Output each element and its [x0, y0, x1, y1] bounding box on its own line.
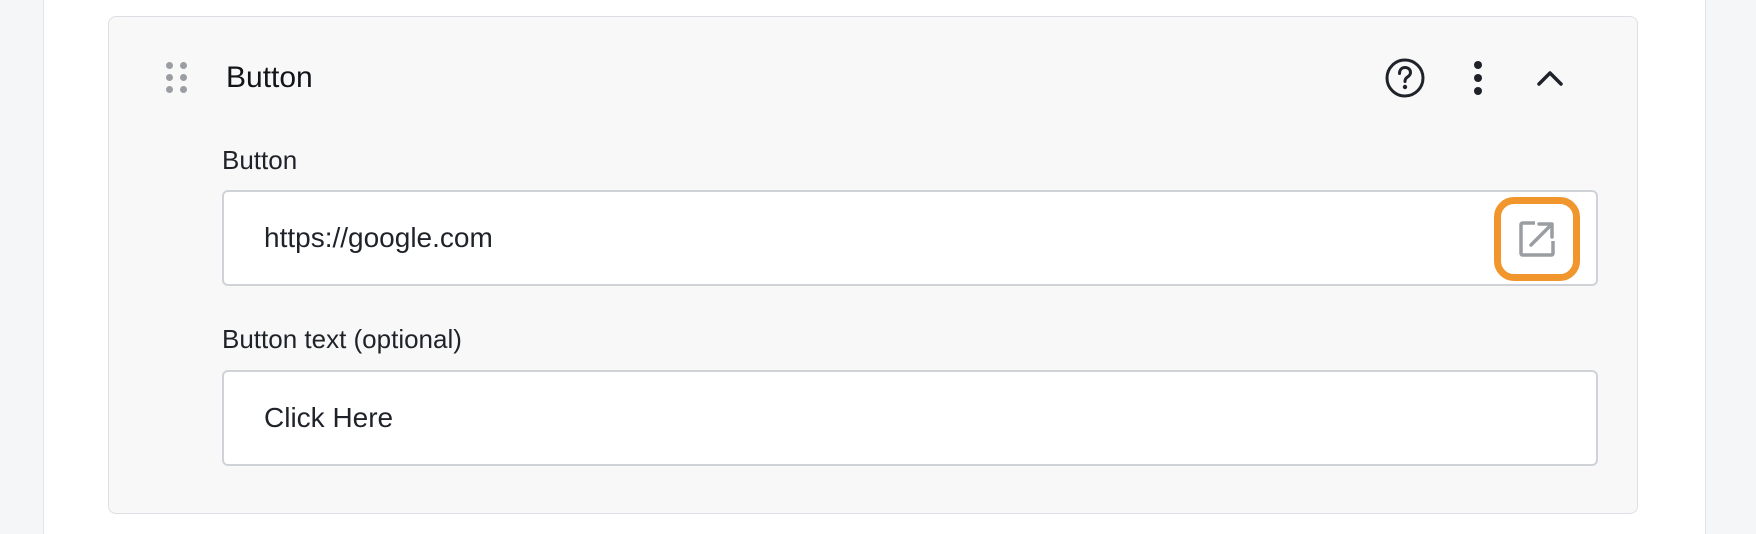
block-title: Button: [226, 61, 313, 94]
url-input[interactable]: [264, 192, 1464, 284]
more-vertical-icon: [1474, 61, 1482, 95]
collapse-button[interactable]: [1526, 54, 1574, 102]
url-field-label: Button: [222, 145, 298, 175]
url-input-box: [222, 190, 1598, 286]
drag-handle-icon[interactable]: [166, 62, 188, 96]
open-link-button[interactable]: [1494, 197, 1580, 281]
drag-dot: [166, 62, 173, 69]
help-circle-icon: [1385, 58, 1425, 98]
right-gutter: [1705, 0, 1756, 534]
drag-dot: [180, 62, 187, 69]
left-gutter: [0, 0, 44, 534]
open-external-icon: [1519, 221, 1555, 257]
drag-dot: [180, 86, 187, 93]
drag-dot: [180, 74, 187, 81]
drag-dot: [166, 86, 173, 93]
drag-dot: [166, 74, 173, 81]
chevron-up-icon: [1537, 71, 1563, 86]
button-text-input-box: [222, 370, 1598, 466]
more-options-button[interactable]: [1454, 54, 1502, 102]
button-text-field-label: Button text (optional): [222, 324, 462, 354]
button-text-input[interactable]: [264, 372, 1464, 464]
help-button[interactable]: [1381, 54, 1429, 102]
editor-page: Button Button Button text (optional): [0, 0, 1756, 534]
